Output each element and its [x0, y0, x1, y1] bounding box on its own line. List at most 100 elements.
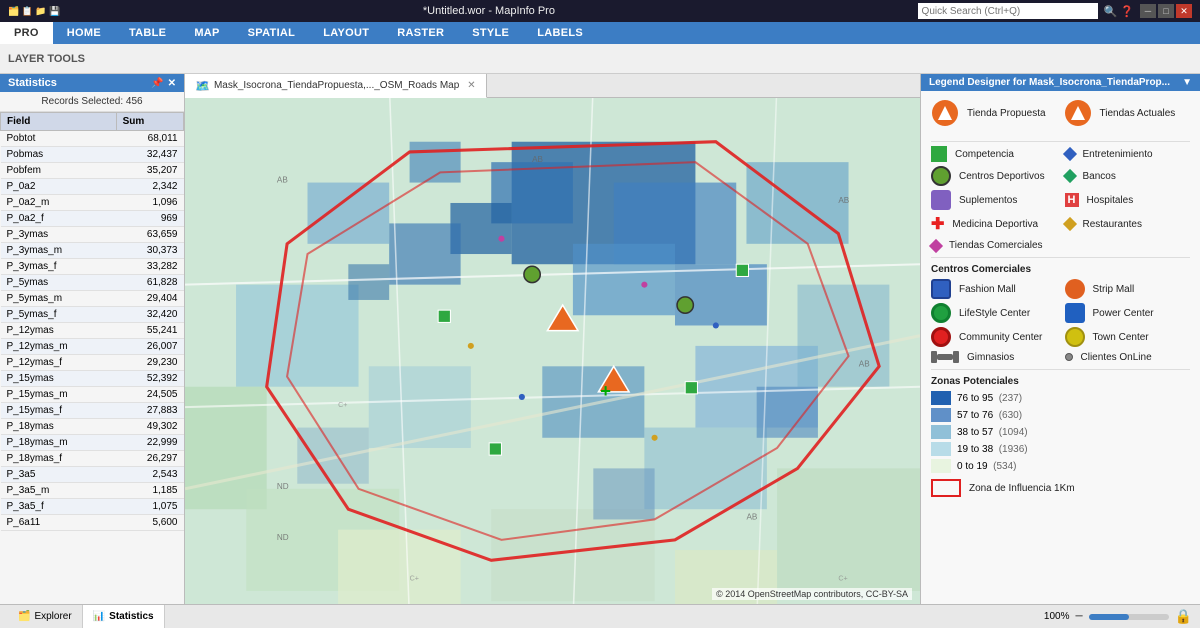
menu-tab-labels[interactable]: LABELS: [523, 22, 597, 44]
menu-tab-home[interactable]: HOME: [53, 22, 115, 44]
field-cell: P_3ymas_f: [1, 259, 117, 275]
table-row: Pobfem35,207: [1, 163, 184, 179]
status-bar: 🗂️ Explorer 📊 Statistics 100% ─ 🔒: [0, 604, 1200, 628]
field-cell: P_18ymas: [1, 419, 117, 435]
clientes-online-icon: [1065, 353, 1073, 361]
table-row: P_5ymas61,828: [1, 275, 184, 291]
sum-cell: 2,342: [116, 179, 183, 195]
menu-tab-style[interactable]: STYLE: [458, 22, 523, 44]
map-tab-main[interactable]: 🗺️ Mask_Isocrona_TiendaPropuesta,..._OSM…: [185, 74, 487, 98]
legend-centros-deportivos: Centros Deportivos: [931, 166, 1057, 186]
menu-tab-spatial[interactable]: SPATIAL: [234, 22, 310, 44]
field-cell: P_5ymas_m: [1, 291, 117, 307]
legend-fashion-mall: Fashion Mall: [931, 279, 1057, 299]
table-row: P_12ymas55,241: [1, 323, 184, 339]
field-cell: P_6a11: [1, 515, 117, 531]
community-center-icon: [931, 327, 951, 347]
zonas-potenciales-list: 76 to 95 (237) 57 to 76 (630) 38 to 57 (…: [931, 391, 1190, 473]
statistics-icon: 📊: [93, 611, 105, 622]
tiendas-actuales-icon: [1064, 99, 1092, 127]
legend-item-tienda-propuesta: Tienda Propuesta: [931, 99, 1058, 127]
sum-cell: 5,600: [116, 515, 183, 531]
zoom-label: 100%: [1044, 611, 1070, 622]
map-tab-bar: 🗺️ Mask_Isocrona_TiendaPropuesta,..._OSM…: [185, 74, 920, 98]
table-row: P_5ymas_m29,404: [1, 291, 184, 307]
sum-cell: 32,437: [116, 147, 183, 163]
map-svg: + AB AB AB AB AB ND ND C+: [185, 98, 920, 604]
sum-cell: 52,392: [116, 371, 183, 387]
restore-button[interactable]: □: [1158, 4, 1174, 18]
legend-tiendas-comerciales: Tiendas Comerciales: [931, 240, 1190, 251]
table-row: P_15ymas_m24,505: [1, 387, 184, 403]
suplementos-icon: [931, 190, 951, 210]
field-cell: Pobmas: [1, 147, 117, 163]
fashion-mall-icon: [931, 279, 951, 299]
table-row: P_18ymas_f26,297: [1, 451, 184, 467]
sum-cell: 49,302: [116, 419, 183, 435]
table-row: P_12ymas_f29,230: [1, 355, 184, 371]
table-row: P_0a22,342: [1, 179, 184, 195]
map-canvas[interactable]: + AB AB AB AB AB ND ND C+: [185, 98, 920, 604]
map-area[interactable]: 🗺️ Mask_Isocrona_TiendaPropuesta,..._OSM…: [185, 74, 920, 604]
table-row: P_3a5_f1,075: [1, 499, 184, 515]
col-header-field: Field: [1, 113, 117, 131]
field-cell: P_15ymas_f: [1, 403, 117, 419]
zona-influencia-row: Zona de Influencia 1Km: [931, 479, 1190, 497]
field-cell: P_3ymas_m: [1, 243, 117, 259]
svg-text:C+: C+: [338, 401, 347, 409]
map-copyright: © 2014 OpenStreetMap contributors, CC-BY…: [712, 588, 912, 600]
table-row: P_0a2_m1,096: [1, 195, 184, 211]
search-input[interactable]: [918, 3, 1098, 19]
svg-text:C+: C+: [410, 575, 419, 583]
competencia-icon: [931, 146, 947, 162]
svg-text:+: +: [600, 380, 611, 401]
svg-text:AB: AB: [746, 512, 757, 521]
legend-close-button[interactable]: ▼: [1182, 77, 1192, 88]
zona-0-19-swatch: [931, 459, 951, 473]
medicina-deportiva-icon: ✚: [931, 214, 944, 234]
menu-tab-raster[interactable]: RASTER: [383, 22, 458, 44]
zonas-potenciales-title: Zonas Potenciales: [931, 376, 1190, 387]
field-cell: P_18ymas_m: [1, 435, 117, 451]
svg-text:AB: AB: [838, 196, 849, 205]
sum-cell: 1,096: [116, 195, 183, 211]
entretenimiento-icon: [1062, 147, 1076, 161]
sum-cell: 32,420: [116, 307, 183, 323]
statistics-table: Field Sum Pobtot68,011Pobmas32,437Pobfem…: [0, 112, 184, 604]
centros-comerciales-title: Centros Comerciales: [931, 264, 1190, 275]
field-cell: P_0a2_f: [1, 211, 117, 227]
explorer-icon: 🗂️: [18, 611, 30, 622]
legend-title: Legend Designer for Mask_Isocrona_Tienda…: [929, 77, 1170, 88]
map-tab-close[interactable]: ✕: [467, 80, 475, 91]
menu-tab-pro[interactable]: PRO: [0, 22, 53, 44]
menu-tab-map[interactable]: MAP: [180, 22, 233, 44]
stats-close-button[interactable]: ✕: [168, 78, 176, 89]
stats-pin-button[interactable]: 📌: [151, 78, 163, 89]
status-tabs: 🗂️ Explorer 📊 Statistics: [8, 605, 165, 628]
sum-cell: 1,075: [116, 499, 183, 515]
zona-38-57-swatch: [931, 425, 951, 439]
field-cell: P_0a2: [1, 179, 117, 195]
statistics-rows: Pobtot68,011Pobmas32,437Pobfem35,207P_0a…: [1, 131, 184, 531]
table-row: P_15ymas_f27,883: [1, 403, 184, 419]
records-info: Records Selected: 456: [0, 92, 184, 112]
menu-tab-table[interactable]: TABLE: [115, 22, 180, 44]
close-button[interactable]: ✕: [1176, 4, 1192, 18]
bancos-icon: [1062, 169, 1076, 183]
statistics-tab[interactable]: 📊 Statistics: [83, 605, 165, 628]
table-row: P_12ymas_m26,007: [1, 339, 184, 355]
menu-tab-layout[interactable]: LAYOUT: [309, 22, 383, 44]
statistics-panel: Statistics 📌 ✕ Records Selected: 456 Fie…: [0, 74, 185, 604]
sum-cell: 35,207: [116, 163, 183, 179]
zoom-minus-button[interactable]: ─: [1075, 611, 1082, 622]
app-title: *Untitled.wor - MapInfo Pro: [60, 5, 917, 17]
explorer-tab[interactable]: 🗂️ Explorer: [8, 605, 83, 628]
sum-cell: 969: [116, 211, 183, 227]
sum-cell: 22,999: [116, 435, 183, 451]
strip-mall-icon: [1065, 279, 1085, 299]
zoom-slider[interactable]: [1089, 614, 1169, 620]
field-cell: P_5ymas: [1, 275, 117, 291]
zona-influencia-label: Zona de Influencia 1Km: [969, 483, 1075, 494]
sum-cell: 2,543: [116, 467, 183, 483]
minimize-button[interactable]: ─: [1140, 4, 1156, 18]
